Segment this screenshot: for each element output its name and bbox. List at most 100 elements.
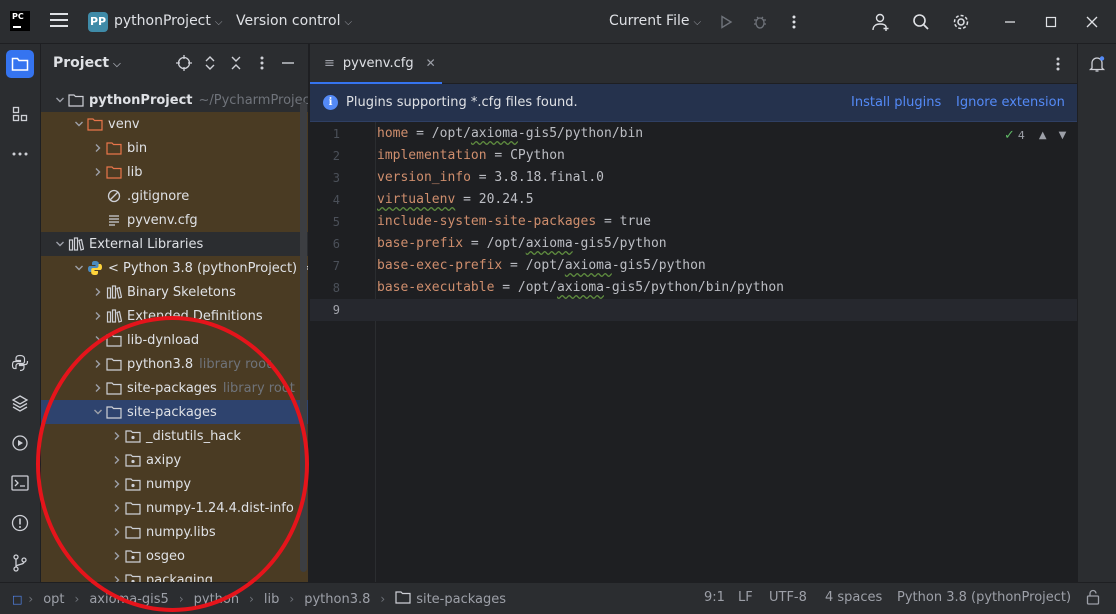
tree-item[interactable]: bin	[41, 136, 308, 160]
tree-item[interactable]: Binary Skeletons	[41, 280, 308, 304]
breadcrumb-item[interactable]: opt	[43, 592, 64, 607]
chevron-down-icon[interactable]	[91, 400, 105, 424]
chevron-right-icon[interactable]	[91, 160, 105, 184]
vcs-menu[interactable]: Version control ⌵	[236, 13, 352, 29]
maximize-icon[interactable]	[1039, 10, 1063, 34]
chevron-right-icon[interactable]	[110, 448, 124, 472]
layers-tool-icon[interactable]	[6, 389, 34, 417]
python-console-icon[interactable]	[6, 349, 34, 377]
code-line[interactable]: 5 include-system-site-packages = true	[310, 211, 1077, 233]
code-line[interactable]: 8 base-executable = /opt/axioma-gis5/pyth…	[310, 277, 1077, 299]
caret-position[interactable]: 9:1	[704, 590, 725, 605]
install-plugins-link[interactable]: Install plugins	[851, 95, 941, 110]
chevron-right-icon[interactable]	[110, 424, 124, 448]
project-badge[interactable]: PP	[88, 12, 108, 32]
options-icon[interactable]	[252, 53, 272, 73]
file-encoding[interactable]: UTF-8	[769, 590, 807, 605]
tree-item[interactable]: venv	[41, 112, 308, 136]
structure-tool-icon[interactable]	[6, 100, 34, 128]
tree-item[interactable]: osgeo	[41, 544, 308, 568]
main-menu-icon[interactable]	[50, 13, 68, 29]
tree-item[interactable]: axipy	[41, 448, 308, 472]
run-configuration-selector[interactable]: Current File ⌵	[609, 13, 701, 29]
python-interpreter[interactable]: Python 3.8 (pythonProject)	[897, 590, 1071, 605]
add-user-icon[interactable]	[869, 10, 893, 34]
expand-all-icon[interactable]	[200, 53, 220, 73]
code-line[interactable]: 1 home = /opt/axioma-gis5/python/bin	[310, 123, 1077, 145]
chevron-right-icon[interactable]	[91, 304, 105, 328]
tree-item[interactable]: pythonProject ~/PycharmProjects/	[41, 88, 308, 112]
chevron-right-icon[interactable]	[91, 328, 105, 352]
minimize-icon[interactable]	[998, 10, 1022, 34]
locate-file-icon[interactable]	[174, 53, 194, 73]
chevron-down-icon[interactable]	[72, 256, 86, 280]
lock-icon[interactable]	[1086, 589, 1100, 609]
chevron-right-icon[interactable]	[110, 520, 124, 544]
previous-highlight-icon[interactable]: ▲	[1039, 130, 1047, 141]
collapse-all-icon[interactable]	[226, 53, 246, 73]
chevron-right-icon[interactable]	[91, 376, 105, 400]
tree-item[interactable]: numpy.libs	[41, 520, 308, 544]
search-icon[interactable]	[909, 10, 933, 34]
chevron-right-icon[interactable]	[110, 472, 124, 496]
tree-item[interactable]: < Python 3.8 (pythonProject) >	[41, 256, 308, 280]
code-line[interactable]: 3 version_info = 3.8.18.final.0	[310, 167, 1077, 189]
chevron-right-icon[interactable]	[91, 280, 105, 304]
chevron-right-icon[interactable]	[110, 544, 124, 568]
tree-item[interactable]: External Libraries	[41, 232, 308, 256]
breadcrumb-item[interactable]: axioma-gis5	[89, 592, 168, 607]
tab-pyvenv-cfg[interactable]: ≡ pyvenv.cfg ✕	[310, 44, 442, 84]
tree-item[interactable]: pyvenv.cfg	[41, 208, 308, 232]
tab-options-icon[interactable]	[1048, 54, 1068, 74]
tree-item[interactable]: numpy-1.24.4.dist-info	[41, 496, 308, 520]
tree-item[interactable]: numpy	[41, 472, 308, 496]
tree-item[interactable]: _distutils_hack	[41, 424, 308, 448]
code-line[interactable]: 4 virtualenv = 20.24.5	[310, 189, 1077, 211]
breadcrumb-item[interactable]: python3.8	[304, 592, 370, 607]
breadcrumb-item[interactable]: python	[194, 592, 239, 607]
code-line[interactable]: 6 base-prefix = /opt/axioma-gis5/python	[310, 233, 1077, 255]
tree-item[interactable]: lib-dynload	[41, 328, 308, 352]
more-tools-icon[interactable]	[6, 140, 34, 168]
settings-gear-icon[interactable]	[949, 10, 973, 34]
chevron-right-icon[interactable]	[91, 136, 105, 160]
project-view-selector[interactable]: Project ⌵	[53, 55, 121, 71]
breadcrumb-item[interactable]: lib	[264, 592, 279, 607]
code-line[interactable]: 7 base-exec-prefix = /opt/axioma-gis5/pyt…	[310, 255, 1077, 277]
terminal-tool-icon[interactable]	[6, 469, 34, 497]
tree-item[interactable]: Extended Definitions	[41, 304, 308, 328]
tree-scrollbar[interactable]	[300, 102, 307, 572]
line-separator[interactable]: LF	[738, 590, 753, 605]
close-window-icon[interactable]	[1080, 10, 1104, 34]
debug-icon[interactable]	[748, 10, 772, 34]
run-icon[interactable]	[714, 10, 738, 34]
chevron-right-icon[interactable]	[110, 496, 124, 520]
services-tool-icon[interactable]	[6, 429, 34, 457]
tree-item[interactable]: site-packages library root	[41, 376, 308, 400]
chevron-down-icon[interactable]	[72, 112, 86, 136]
code-line[interactable]: 9	[310, 299, 1077, 321]
tree-item[interactable]: python3.8 library root	[41, 352, 308, 376]
notifications-bell-icon[interactable]	[1083, 50, 1111, 78]
chevron-right-icon[interactable]	[91, 352, 105, 376]
more-actions-icon[interactable]	[782, 10, 806, 34]
project-switcher[interactable]: pythonProject ⌵	[114, 13, 222, 29]
close-tab-icon[interactable]: ✕	[426, 56, 436, 70]
chevron-right-icon[interactable]	[110, 568, 124, 582]
problems-tool-icon[interactable]	[6, 509, 34, 537]
ignore-extension-link[interactable]: Ignore extension	[956, 95, 1065, 110]
hide-panel-icon[interactable]	[278, 53, 298, 73]
tree-item[interactable]: packaging	[41, 568, 308, 582]
git-tool-icon[interactable]	[6, 549, 34, 577]
tree-item[interactable]: .gitignore	[41, 184, 308, 208]
next-highlight-icon[interactable]: ▼	[1059, 130, 1067, 141]
code-editor[interactable]: 1 home = /opt/axioma-gis5/python/bin 2 impl…	[310, 122, 1077, 582]
inspection-widget[interactable]: ✓ 4 ▲ ▼	[1004, 128, 1066, 143]
chevron-down-icon[interactable]	[53, 88, 67, 112]
indent-setting[interactable]: 4 spaces	[825, 590, 882, 605]
project-tool-icon[interactable]	[6, 50, 34, 78]
tree-item[interactable]: lib	[41, 160, 308, 184]
breadcrumb-item[interactable]: site-packages	[416, 592, 506, 607]
tree-item[interactable]: site-packages	[41, 400, 308, 424]
chevron-down-icon[interactable]	[53, 232, 67, 256]
